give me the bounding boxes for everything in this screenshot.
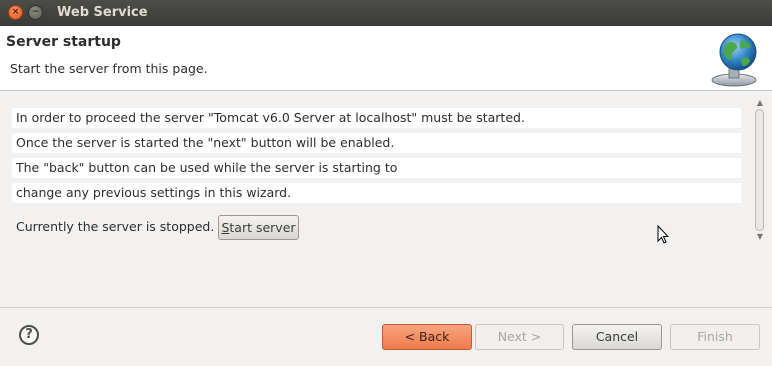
minimize-icon: − bbox=[31, 7, 40, 17]
vertical-scrollbar[interactable]: ▲ ▼ bbox=[753, 99, 767, 241]
page-title: Server startup bbox=[6, 34, 121, 50]
back-button[interactable]: < Back bbox=[382, 324, 472, 350]
window-title: Web Service bbox=[57, 5, 148, 20]
wizard-content: In order to proceed the server "Tomcat v… bbox=[0, 91, 772, 308]
message-line-2: Once the server is started the "next" bu… bbox=[12, 133, 741, 153]
close-window-button[interactable]: × bbox=[8, 5, 23, 20]
globe-server-icon bbox=[711, 33, 757, 87]
help-icon[interactable]: ? bbox=[19, 325, 39, 345]
next-button[interactable]: Next > bbox=[475, 324, 564, 350]
finish-button[interactable]: Finish bbox=[670, 324, 760, 350]
mouse-cursor-icon bbox=[657, 225, 670, 244]
scroll-thumb[interactable] bbox=[755, 109, 764, 231]
cancel-button[interactable]: Cancel bbox=[572, 324, 662, 350]
message-line-4: change any previous settings in this wiz… bbox=[12, 183, 741, 203]
message-line-3: The "back" button can be used while the … bbox=[12, 158, 741, 178]
page-description: Start the server from this page. bbox=[10, 61, 208, 76]
server-status-text: Currently the server is stopped. bbox=[16, 219, 215, 234]
scroll-down-arrow-icon[interactable]: ▼ bbox=[755, 233, 765, 241]
start-button-label: tart server bbox=[229, 220, 296, 235]
scroll-up-arrow-icon[interactable]: ▲ bbox=[755, 99, 765, 107]
wizard-header: Server startup Start the server from thi… bbox=[0, 26, 772, 91]
message-line-1: In order to proceed the server "Tomcat v… bbox=[12, 108, 741, 128]
close-icon: × bbox=[11, 7, 20, 17]
title-bar: × − Web Service bbox=[0, 0, 772, 26]
start-server-button[interactable]: Start server bbox=[218, 215, 299, 240]
minimize-window-button[interactable]: − bbox=[28, 5, 43, 20]
